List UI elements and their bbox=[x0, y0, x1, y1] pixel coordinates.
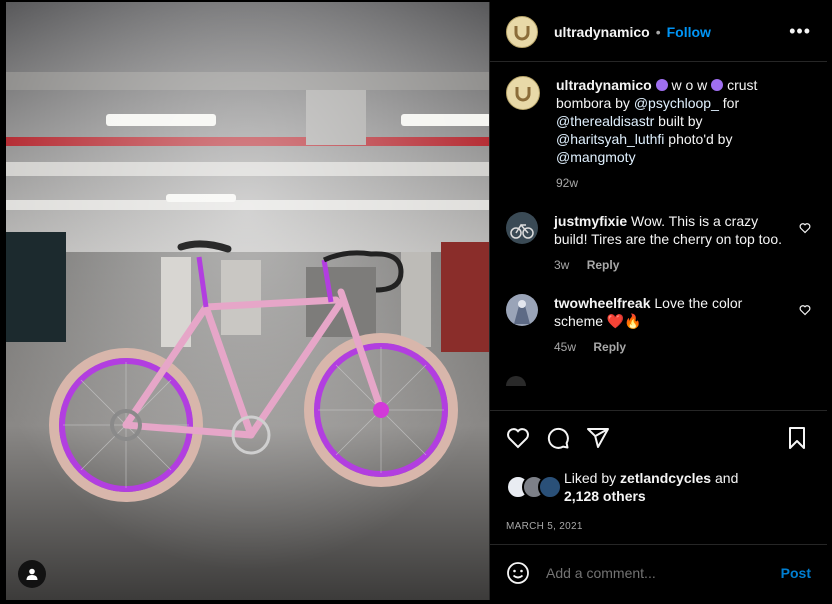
avatar-photo-icon bbox=[506, 294, 538, 326]
comment-row: twowheelfreak Love the color scheme ❤️🔥 … bbox=[506, 294, 811, 356]
comment-username[interactable]: justmyfixie bbox=[554, 213, 627, 229]
caption-body: ultradynamico w o w crust bombora by @ps… bbox=[556, 76, 811, 192]
liker-avatar bbox=[538, 475, 562, 499]
reply-button[interactable]: Reply bbox=[587, 258, 620, 272]
caption-text: photo'd by bbox=[668, 131, 733, 147]
caption-time[interactable]: 92w bbox=[556, 176, 578, 190]
person-icon bbox=[26, 568, 38, 580]
caption-word: w o w bbox=[671, 77, 708, 93]
post-comment-button[interactable]: Post bbox=[781, 565, 811, 581]
purple-circle-icon bbox=[711, 79, 724, 91]
author-avatar[interactable] bbox=[506, 15, 538, 48]
more-options-icon[interactable]: ••• bbox=[789, 21, 811, 42]
logo-u-icon bbox=[515, 87, 531, 102]
comment-body: justmyfixie Wow. This is a crazy build! … bbox=[554, 212, 811, 274]
post-detail-panel: ultradynamico • Follow ••• ultradynamico… bbox=[489, 2, 827, 600]
like-comment-heart-icon[interactable] bbox=[799, 222, 811, 234]
commenter-avatar[interactable] bbox=[506, 294, 538, 326]
purple-circle-icon bbox=[655, 79, 668, 91]
liker-avatars[interactable] bbox=[506, 475, 562, 499]
comment-emoji: ❤️🔥 bbox=[606, 313, 642, 329]
partial-comment-row bbox=[506, 376, 811, 386]
commenter-avatar[interactable] bbox=[506, 212, 538, 244]
likes-text: Liked by zetlandcycles and 2,128 others bbox=[564, 469, 738, 505]
user-tag-button[interactable] bbox=[18, 560, 46, 588]
comment-username[interactable]: twowheelfreak bbox=[554, 295, 650, 311]
logo-u-icon bbox=[514, 25, 530, 40]
post-actions: Liked by zetlandcycles and 2,128 others … bbox=[490, 410, 827, 532]
caption-row: ultradynamico w o w crust bombora by @ps… bbox=[506, 76, 811, 192]
post-photo[interactable] bbox=[6, 2, 489, 600]
likes-middle: and bbox=[715, 470, 739, 486]
follow-button[interactable]: Follow bbox=[667, 24, 711, 40]
comments-list[interactable]: ultradynamico w o w crust bombora by @ps… bbox=[490, 62, 827, 410]
add-comment-input[interactable] bbox=[546, 564, 781, 581]
caption-avatar[interactable] bbox=[506, 76, 540, 110]
comment-time[interactable]: 45w bbox=[554, 340, 576, 354]
like-heart-icon[interactable] bbox=[506, 426, 530, 450]
comment-bubble-icon[interactable] bbox=[546, 426, 570, 450]
mention-link[interactable]: @therealdisastr bbox=[556, 113, 654, 129]
likes-count[interactable]: 2,128 others bbox=[564, 488, 646, 504]
emoji-smile-icon[interactable] bbox=[506, 561, 530, 585]
post-header: ultradynamico • Follow ••• bbox=[490, 2, 827, 62]
caption-text: for bbox=[722, 95, 740, 111]
comment-body: twowheelfreak Love the color scheme ❤️🔥 … bbox=[554, 294, 811, 356]
likes-prefix: Liked by bbox=[564, 470, 617, 486]
share-send-icon[interactable] bbox=[586, 426, 610, 450]
caption-username[interactable]: ultradynamico bbox=[556, 77, 652, 93]
comment-time[interactable]: 3w bbox=[554, 258, 569, 272]
reply-button[interactable]: Reply bbox=[593, 340, 626, 354]
avatar-bike-icon bbox=[506, 212, 538, 244]
mention-link[interactable]: @psychloop_ bbox=[634, 95, 719, 111]
like-comment-heart-icon[interactable] bbox=[799, 304, 811, 316]
separator-dot: • bbox=[655, 23, 661, 40]
mention-link[interactable]: @mangmoty bbox=[556, 149, 636, 165]
caption-text: built by bbox=[658, 113, 703, 129]
mention-link[interactable]: @haritsyah_luthfi bbox=[556, 131, 664, 147]
bookmark-save-icon[interactable] bbox=[785, 426, 809, 450]
comment-row: justmyfixie Wow. This is a crazy build! … bbox=[506, 212, 811, 274]
liked-by-user[interactable]: zetlandcycles bbox=[620, 470, 711, 486]
author-username[interactable]: ultradynamico bbox=[554, 24, 650, 40]
post-date[interactable]: MARCH 5, 2021 bbox=[506, 521, 815, 532]
bicycle-photo-image bbox=[6, 2, 489, 600]
add-comment-bar: Post bbox=[490, 544, 827, 600]
likes-summary: Liked by zetlandcycles and 2,128 others bbox=[506, 469, 815, 505]
